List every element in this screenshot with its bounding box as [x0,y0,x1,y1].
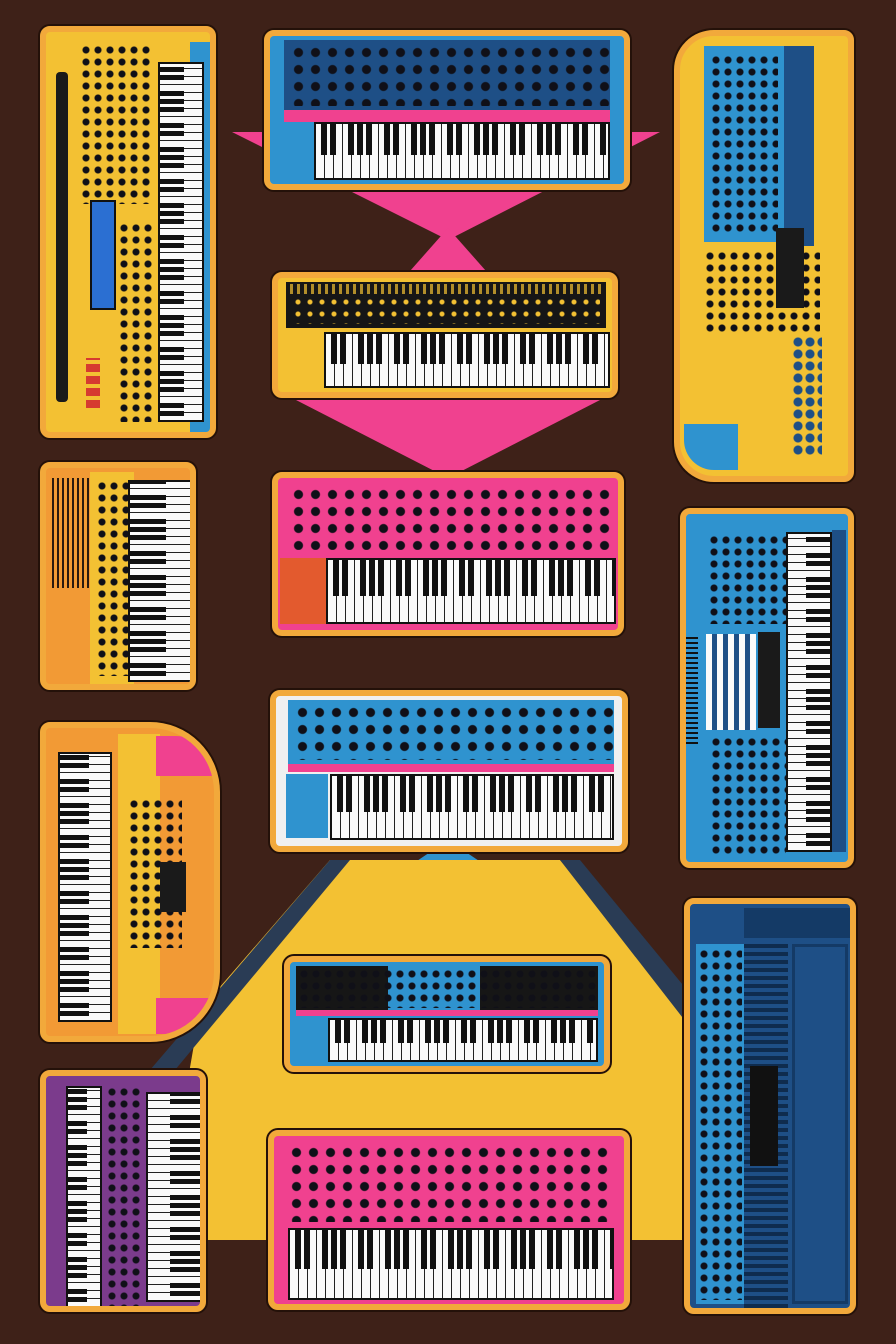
speaker-grille [52,478,90,588]
keyboard [314,122,610,180]
pink-strip [296,1010,598,1016]
top-lid [744,908,850,938]
white-sliders [706,634,756,730]
synth-center-2 [272,272,618,398]
synth-right-1 [674,30,854,482]
pink-strip [284,110,610,122]
orange-wheel-block [280,558,326,624]
knob-grid-top [710,54,778,234]
keyboard [330,774,614,840]
blue-corner [684,424,738,470]
blue-side [784,46,814,246]
keyboard [328,1018,598,1062]
display [758,632,780,728]
knob-column [96,480,130,676]
synth-center-1 [264,30,630,190]
knob-grid-lower [710,736,786,856]
knob-grid [290,44,610,106]
keyboard [786,532,832,852]
side-vent [686,634,698,744]
display [776,228,804,308]
synth-right-3 [684,898,856,1314]
keyboard [128,480,190,682]
knob-grid [298,968,598,1008]
synth-left-2 [40,462,196,690]
synth-center-4 [270,690,628,852]
knob-grid [290,486,612,550]
front-panel [792,944,848,1304]
knob-grid [288,1144,608,1222]
synth-right-2 [680,508,854,868]
keyboard [324,332,610,388]
synth-center-3 [272,472,624,636]
knob-column [106,1086,144,1306]
label-strip [290,284,602,294]
keyboard-right [146,1092,200,1302]
synth-left-3 [40,722,220,1042]
keyboard-left [66,1086,102,1306]
keyboard [288,1228,614,1300]
display [160,862,186,912]
synth-center-6 [268,1130,630,1310]
pink-strip [288,764,614,772]
knob-row [292,296,600,324]
blue-display [90,200,116,310]
wheel-block [286,774,328,838]
red-buttons [86,358,100,408]
knob-grid-lower [118,222,154,422]
keyboard [58,752,112,1022]
synth-left-1 [40,26,216,438]
display [750,1066,778,1166]
knob-grid [80,44,150,204]
knob-grid [294,704,614,760]
knob-column-lower [792,336,822,456]
side-trim [832,530,846,852]
side-slot [56,72,68,402]
keyboard [158,62,204,422]
slider-grid [708,534,788,624]
synth-left-4 [40,1070,206,1312]
synth-center-5 [284,956,610,1072]
synth-poster [0,0,896,1344]
knob-column [698,948,742,1300]
keyboard [326,558,616,624]
